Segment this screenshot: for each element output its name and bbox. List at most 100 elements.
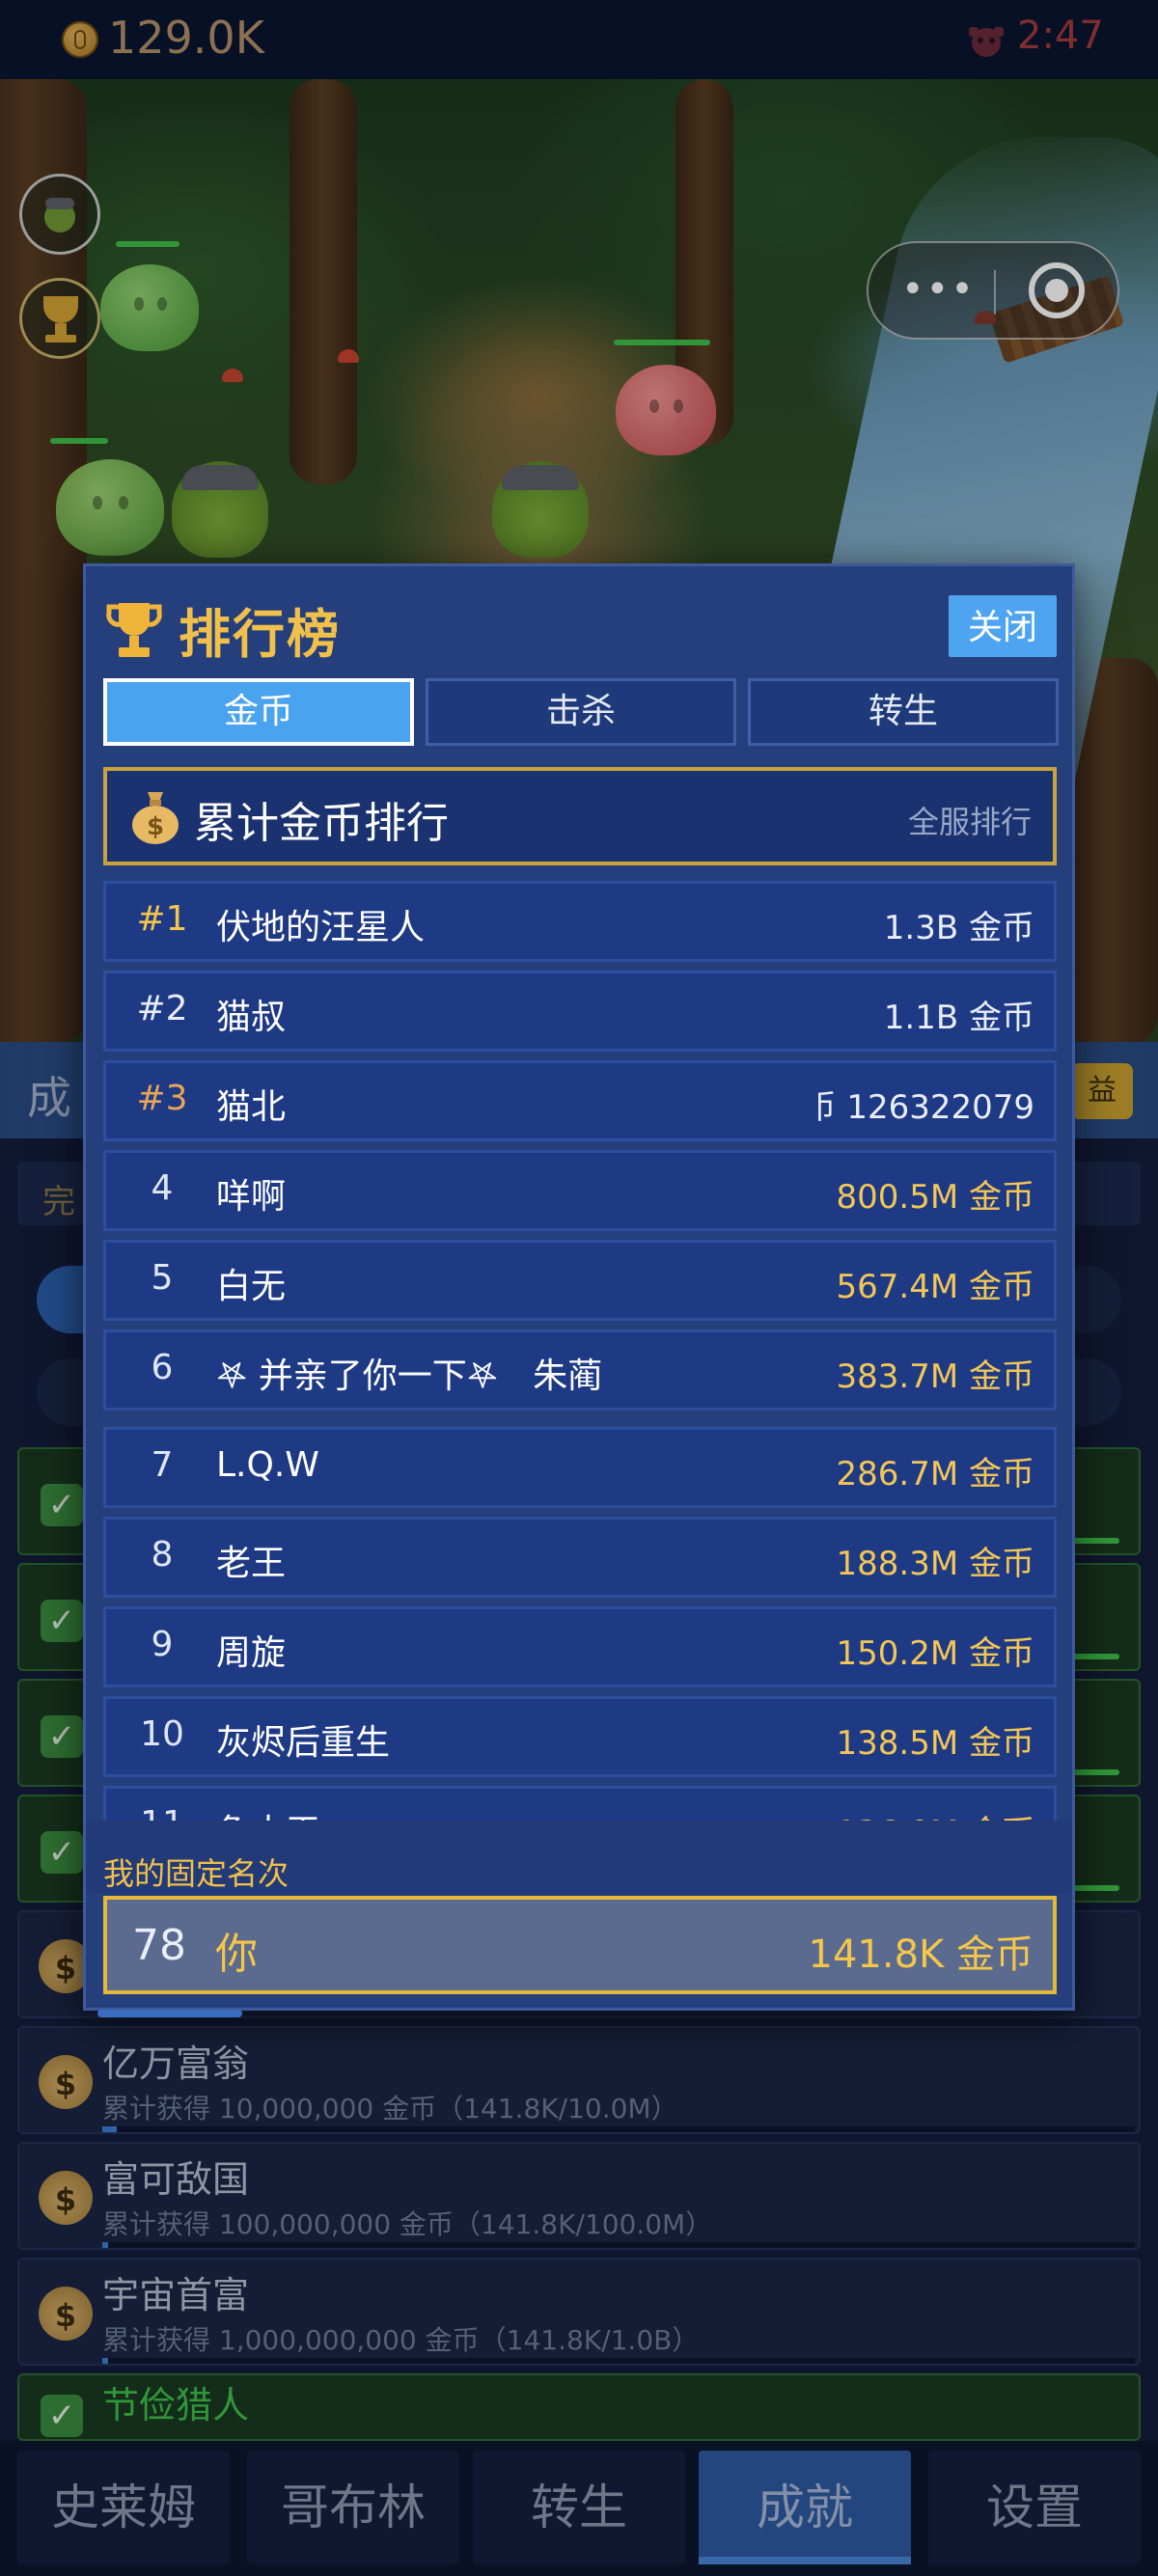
slime-hp-bar <box>116 241 179 247</box>
nav-tab-slime[interactable]: 史莱姆 <box>17 2451 230 2564</box>
timer-icon <box>969 27 1004 57</box>
player-name: 𖤐 并亲了你一下𖤐 朱蔺 <box>216 1357 603 1396</box>
player-avatar-button[interactable] <box>19 174 100 255</box>
player-score: 800.5M 金币 <box>836 1178 1034 1217</box>
player-name: 白无 <box>216 1267 287 1306</box>
rank-number: #3 <box>136 1079 188 1118</box>
achievement-item[interactable]: ✓ 节俭猎人 <box>17 2373 1141 2441</box>
rank-number: 4 <box>151 1168 174 1208</box>
ranking-row: 5 白无 567.4M 金币 <box>103 1240 1057 1321</box>
close-button[interactable]: 关闭 <box>949 595 1057 657</box>
player-name: 兔大王 <box>216 1804 320 1821</box>
leaderboard-button[interactable] <box>19 278 100 359</box>
achievement-title: 宇宙首富 <box>102 2274 250 2316</box>
my-player-name: 你 <box>215 1930 258 1979</box>
category-header: $ 累计金币排行 全服排行 <box>103 767 1057 865</box>
ranking-row: 6 𖤐 并亲了你一下𖤐 朱蔺 383.7M 金币 <box>103 1329 1057 1411</box>
player-score: 567.4M 金币 <box>836 1268 1034 1306</box>
player-name: 伏地的汪星人 <box>216 908 426 947</box>
ranking-row: 9 周旋 150.2M 金币 <box>103 1606 1057 1687</box>
ranking-row: 8 老王 188.3M 金币 <box>103 1517 1057 1598</box>
category-title: 累计金币排行 <box>194 799 449 848</box>
close-miniprogram-icon[interactable] <box>1029 262 1085 318</box>
achievement-progress <box>102 2126 1135 2132</box>
player-name: 周旋 <box>216 1633 287 1673</box>
leaderboard-modal: 排行榜 关闭 金币 击杀 转生 $ 累计金币排行 全服排行 #1 伏地的汪星人 … <box>83 563 1075 2017</box>
achievement-desc: 累计获得 10,000,000 金币（141.8K/10.0M） <box>102 2093 678 2124</box>
achievement-item[interactable]: $ 富可敌国 累计获得 100,000,000 金币（141.8K/100.0M… <box>17 2142 1141 2250</box>
achievement-progress <box>102 2358 1135 2364</box>
ranking-list[interactable]: #1 伏地的汪星人 1.3B 金币 #2 猫叔 1.1B 金币 #3 猫北 12… <box>103 881 1057 1427</box>
ranking-list-tail[interactable]: 10 灰烬后重生 138.5M 金币 11 兔大王 136.0M 金币 <box>103 1696 1057 1821</box>
category-scope: 全服排行 <box>907 804 1032 840</box>
status-bar: 129.0K 2:47 <box>0 0 1158 79</box>
checkmark-icon: ✓ <box>41 2395 83 2437</box>
checkmark-icon: ✓ <box>41 1484 83 1526</box>
my-rank-label: 我的固定名次 <box>103 1855 290 1892</box>
player-score: 286.7M 金币 <box>836 1455 1034 1494</box>
my-rank-row: 78 你 141.8K 金币 <box>103 1896 1057 1994</box>
player-name: L.Q.W <box>216 1445 319 1485</box>
nav-tab-rebirth[interactable]: 转生 <box>473 2451 685 2564</box>
money-bag-icon: $ <box>132 792 179 844</box>
tab-rebirth[interactable]: 转生 <box>748 678 1059 746</box>
achievement-progress <box>102 2242 1135 2248</box>
player-score: 150.2M 金币 <box>836 1634 1034 1673</box>
player-score: 126322079 金币 <box>818 1088 1034 1127</box>
goblin-warrior[interactable] <box>172 461 268 558</box>
money-bag-icon: $ <box>39 2171 93 2225</box>
bottom-nav: 史莱姆 哥布林 转生 成就 设置 <box>0 2441 1158 2576</box>
slime-hp-bar <box>614 340 710 345</box>
green-slime[interactable] <box>56 459 164 556</box>
ranking-row: 7 L.Q.W 286.7M 金币 <box>103 1427 1057 1508</box>
achievement-item[interactable]: $ 亿万富翁 累计获得 10,000,000 金币（141.8K/10.0M） <box>17 2026 1141 2134</box>
bonus-badge[interactable]: 益 <box>1071 1063 1133 1119</box>
trophy-icon <box>43 296 78 323</box>
player-score: 383.7M 金币 <box>836 1357 1034 1396</box>
ranking-list-continued[interactable]: 7 L.Q.W 286.7M 金币 8 老王 188.3M 金币 9 周旋 15… <box>103 1427 1057 1731</box>
achievement-title: 亿万富翁 <box>102 2042 250 2085</box>
green-slime[interactable] <box>100 264 199 351</box>
rank-number: 8 <box>151 1535 174 1575</box>
rank-number: 10 <box>140 1714 184 1754</box>
ranking-row: #1 伏地的汪星人 1.3B 金币 <box>103 881 1057 962</box>
nav-tab-settings[interactable]: 设置 <box>928 2451 1141 2564</box>
my-player-score: 141.8K 金币 <box>808 1932 1034 1977</box>
achievement-title: 富可敌国 <box>102 2158 250 2201</box>
player-name: 猫北 <box>216 1087 287 1127</box>
player-name: 咩啊 <box>216 1177 287 1217</box>
achievements-title-initial: 成 <box>27 1072 71 1124</box>
checkmark-icon: ✓ <box>41 1831 83 1874</box>
rank-number: 9 <box>151 1625 174 1664</box>
miniprogram-capsule: ••• <box>867 241 1119 340</box>
player-score: 1.3B 金币 <box>883 909 1034 947</box>
svg-text:$: $ <box>147 812 164 841</box>
checkmark-icon: ✓ <box>41 1715 83 1758</box>
tab-kills[interactable]: 击杀 <box>426 678 736 746</box>
nav-tab-goblin[interactable]: 哥布林 <box>247 2451 459 2564</box>
rank-number: 7 <box>151 1445 174 1485</box>
ranking-row: 4 咩啊 800.5M 金币 <box>103 1150 1057 1231</box>
rank-number: 5 <box>151 1258 174 1298</box>
mushroom <box>222 369 243 382</box>
more-options-button[interactable]: ••• <box>901 270 976 309</box>
player-score: 1.1B 金币 <box>883 999 1034 1037</box>
nav-tab-achievements[interactable]: 成就 <box>699 2451 911 2564</box>
trophy-icon <box>106 603 162 657</box>
ranking-row: #3 猫北 126322079 金币 <box>103 1060 1057 1141</box>
coin-balance: 129.0K <box>108 12 264 64</box>
achievement-item[interactable]: $ 宇宙首富 累计获得 1,000,000,000 金币（141.8K/1.0B… <box>17 2258 1141 2366</box>
achievement-desc: 累计获得 1,000,000,000 金币（141.8K/1.0B） <box>102 2324 700 2356</box>
player-name: 灰烬后重生 <box>216 1723 391 1763</box>
timer-text: 2:47 <box>1017 14 1104 58</box>
money-bag-icon: $ <box>39 2055 93 2109</box>
player-score: 138.5M 金币 <box>836 1724 1034 1763</box>
goblin-avatar-icon <box>44 198 75 233</box>
checkmark-icon: ✓ <box>41 1600 83 1642</box>
tab-coins[interactable]: 金币 <box>103 678 414 746</box>
goblin-warrior[interactable] <box>492 461 589 558</box>
ranking-row: #2 猫叔 1.1B 金币 <box>103 971 1057 1052</box>
rank-number: #2 <box>136 989 188 1028</box>
red-slime[interactable] <box>616 365 716 455</box>
mushroom <box>338 349 359 363</box>
